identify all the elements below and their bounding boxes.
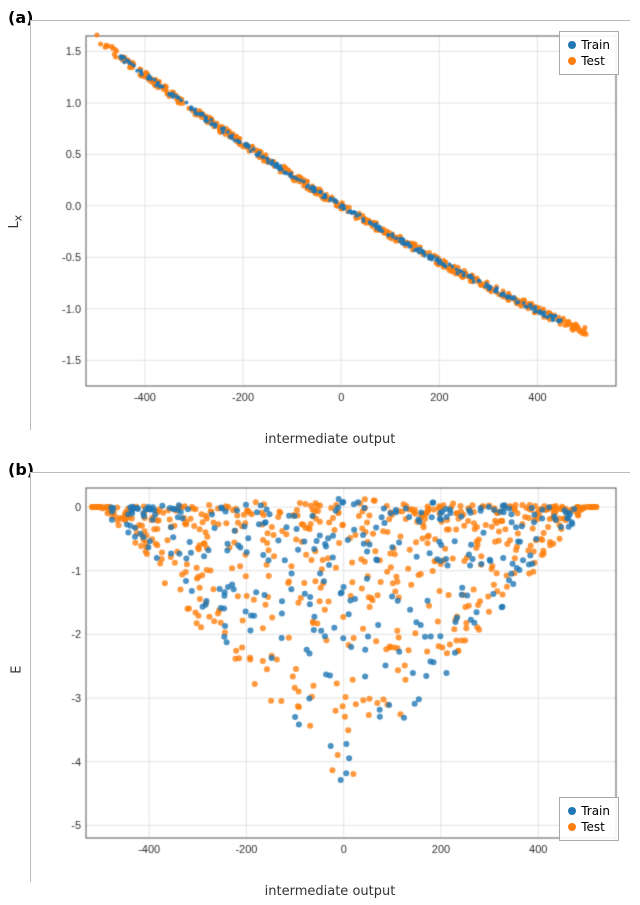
bottom-y-axis-label: E	[10, 666, 25, 674]
chart-top: Lx Train Test	[30, 20, 630, 430]
top-legend-test: Test	[568, 54, 610, 68]
chart-bottom: E Train Test	[30, 472, 630, 882]
top-legend: Train Test	[559, 31, 619, 75]
bottom-train-label: Train	[581, 804, 610, 818]
bottom-test-label: Test	[581, 820, 605, 834]
top-test-dot	[568, 57, 576, 65]
bottom-train-dot	[568, 807, 576, 815]
top-y-axis-label: Lx	[7, 215, 25, 229]
top-x-axis-label: intermediate output	[30, 432, 630, 447]
bottom-legend-train: Train	[568, 804, 610, 818]
top-train-label: Train	[581, 38, 610, 52]
page: (a) Lx Train Test intermediate output (b…	[0, 0, 640, 905]
top-legend-train: Train	[568, 38, 610, 52]
bottom-legend-test: Test	[568, 820, 610, 834]
bottom-test-dot	[568, 823, 576, 831]
top-train-dot	[568, 41, 576, 49]
bottom-legend: Train Test	[559, 797, 619, 841]
top-test-label: Test	[581, 54, 605, 68]
bottom-x-axis-label: intermediate output	[30, 884, 630, 899]
